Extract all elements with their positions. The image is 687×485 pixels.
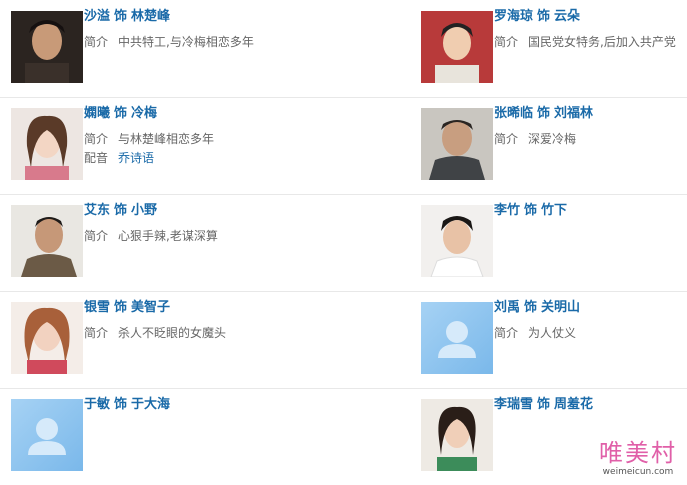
- cast-row: 艾东饰小野 简介 心狠手辣,老谋深算 李竹饰竹下: [0, 194, 687, 292]
- actor-photo[interactable]: [11, 205, 83, 277]
- role-name[interactable]: 小野: [131, 203, 157, 218]
- cast-name-line: 李瑞雪饰周羞花: [494, 396, 593, 414]
- role-name[interactable]: 林楚峰: [131, 9, 170, 24]
- cast-dub: 配音 乔诗语: [84, 150, 154, 166]
- cast-intro: 简介 中共特工,与冷梅相恋多年: [84, 34, 254, 50]
- intro-text: 心狠手辣,老谋深算: [118, 229, 218, 243]
- cast-card: 刘禹饰关明山 简介 为人仗义: [410, 291, 687, 388]
- as-label: 饰: [537, 9, 551, 24]
- intro-text: 国民党女特务,后加入共产党: [528, 35, 676, 49]
- as-label: 饰: [114, 9, 128, 24]
- intro-label: 简介: [494, 35, 519, 49]
- role-name[interactable]: 美智子: [131, 300, 170, 315]
- cast-card: 罗海琼饰云朵 简介 国民党女特务,后加入共产党: [410, 0, 687, 97]
- cast-card: 沙溢饰林楚峰 简介 中共特工,与冷梅相恋多年: [0, 0, 400, 97]
- role-name[interactable]: 于大海: [131, 397, 170, 412]
- as-label: 饰: [524, 300, 538, 315]
- cast-card: 于敏饰于大海: [0, 388, 400, 485]
- as-label: 饰: [114, 203, 128, 218]
- as-label: 饰: [537, 106, 551, 121]
- actor-photo[interactable]: [421, 11, 493, 83]
- cast-intro: 简介 与林楚峰相恋多年: [84, 131, 214, 147]
- actor-name[interactable]: 李竹: [494, 203, 520, 218]
- actor-photo[interactable]: [11, 108, 83, 180]
- cast-name-line: 嫻曦饰冷梅: [84, 105, 157, 123]
- cast-intro: 简介 为人仗义: [494, 325, 576, 341]
- as-label: 饰: [114, 106, 128, 121]
- cast-name-line: 沙溢饰林楚峰: [84, 8, 170, 26]
- intro-text: 杀人不眨眼的女魔头: [118, 326, 227, 340]
- cast-intro: 简介 心狠手辣,老谋深算: [84, 228, 218, 244]
- actor-name[interactable]: 罗海琼: [494, 9, 533, 24]
- intro-text: 为人仗义: [528, 326, 577, 340]
- actor-photo[interactable]: [421, 205, 493, 277]
- cast-name-line: 银雪饰美智子: [84, 299, 170, 317]
- actor-name[interactable]: 沙溢: [84, 9, 110, 24]
- intro-text: 深爱冷梅: [528, 132, 577, 146]
- intro-text: 与林楚峰相恋多年: [118, 132, 215, 146]
- cast-row: 银雪饰美智子 简介 杀人不眨眼的女魔头 刘禹饰关明山 简介 为人仗义: [0, 291, 687, 389]
- actor-photo[interactable]: [11, 302, 83, 374]
- actor-name[interactable]: 刘禹: [494, 300, 520, 315]
- cast-name-line: 李竹饰竹下: [494, 202, 567, 220]
- role-name[interactable]: 竹下: [541, 203, 567, 218]
- role-name[interactable]: 冷梅: [131, 106, 157, 121]
- dub-label: 配音: [84, 151, 109, 165]
- actor-photo[interactable]: [11, 11, 83, 83]
- cast-row: 于敏饰于大海 李瑞雪饰周羞花: [0, 388, 687, 485]
- actor-name[interactable]: 艾东: [84, 203, 110, 218]
- cast-name-line: 于敏饰于大海: [84, 396, 170, 414]
- cast-name-line: 罗海琼饰云朵: [494, 8, 580, 26]
- cast-card: 嫻曦饰冷梅 简介 与林楚峰相恋多年 配音 乔诗语: [0, 97, 400, 194]
- cast-row: 沙溢饰林楚峰 简介 中共特工,与冷梅相恋多年 罗海琼饰云朵 简介 国民党女特务,后加…: [0, 0, 687, 98]
- as-label: 饰: [537, 397, 551, 412]
- cast-intro: 简介 国民党女特务,后加入共产党: [494, 34, 676, 50]
- intro-label: 简介: [84, 326, 109, 340]
- actor-name[interactable]: 于敏: [84, 397, 110, 412]
- watermark-title: 唯美村: [599, 439, 677, 467]
- intro-text: 中共特工,与冷梅相恋多年: [118, 35, 254, 49]
- cast-name-line: 刘禹饰关明山: [494, 299, 580, 317]
- cast-intro: 简介 深爱冷梅: [494, 131, 576, 147]
- as-label: 饰: [114, 397, 128, 412]
- watermark: 唯美村 weimeicun.com: [599, 439, 677, 477]
- actor-name[interactable]: 李瑞雪: [494, 397, 533, 412]
- actor-name[interactable]: 张晞临: [494, 106, 533, 121]
- role-name[interactable]: 周羞花: [554, 397, 593, 412]
- intro-label: 简介: [84, 35, 109, 49]
- intro-label: 简介: [84, 229, 109, 243]
- dub-actor-name[interactable]: 乔诗语: [118, 151, 154, 165]
- role-name[interactable]: 云朵: [554, 9, 580, 24]
- actor-photo[interactable]: [421, 108, 493, 180]
- cast-list: 沙溢饰林楚峰 简介 中共特工,与冷梅相恋多年 罗海琼饰云朵 简介 国民党女特务,后加…: [0, 0, 687, 483]
- role-name[interactable]: 刘福林: [554, 106, 593, 121]
- default-avatar-icon[interactable]: [421, 302, 493, 374]
- as-label: 饰: [524, 203, 538, 218]
- watermark-url: weimeicun.com: [602, 467, 674, 477]
- cast-card: 银雪饰美智子 简介 杀人不眨眼的女魔头: [0, 291, 400, 388]
- cast-name-line: 艾东饰小野: [84, 202, 157, 220]
- default-avatar-icon[interactable]: [11, 399, 83, 471]
- actor-name[interactable]: 银雪: [84, 300, 110, 315]
- intro-label: 简介: [84, 132, 109, 146]
- cast-name-line: 张晞临饰刘福林: [494, 105, 593, 123]
- intro-label: 简介: [494, 326, 519, 340]
- cast-card: 艾东饰小野 简介 心狠手辣,老谋深算: [0, 194, 400, 291]
- actor-photo[interactable]: [421, 399, 493, 471]
- cast-intro: 简介 杀人不眨眼的女魔头: [84, 325, 226, 341]
- as-label: 饰: [114, 300, 128, 315]
- role-name[interactable]: 关明山: [541, 300, 580, 315]
- cast-row: 嫻曦饰冷梅 简介 与林楚峰相恋多年 配音 乔诗语 张晞临饰刘福林 简介 深爱冷梅: [0, 97, 687, 195]
- actor-name[interactable]: 嫻曦: [84, 106, 110, 121]
- cast-card: 张晞临饰刘福林 简介 深爱冷梅: [410, 97, 687, 194]
- cast-card: 李竹饰竹下: [410, 194, 687, 291]
- intro-label: 简介: [494, 132, 519, 146]
